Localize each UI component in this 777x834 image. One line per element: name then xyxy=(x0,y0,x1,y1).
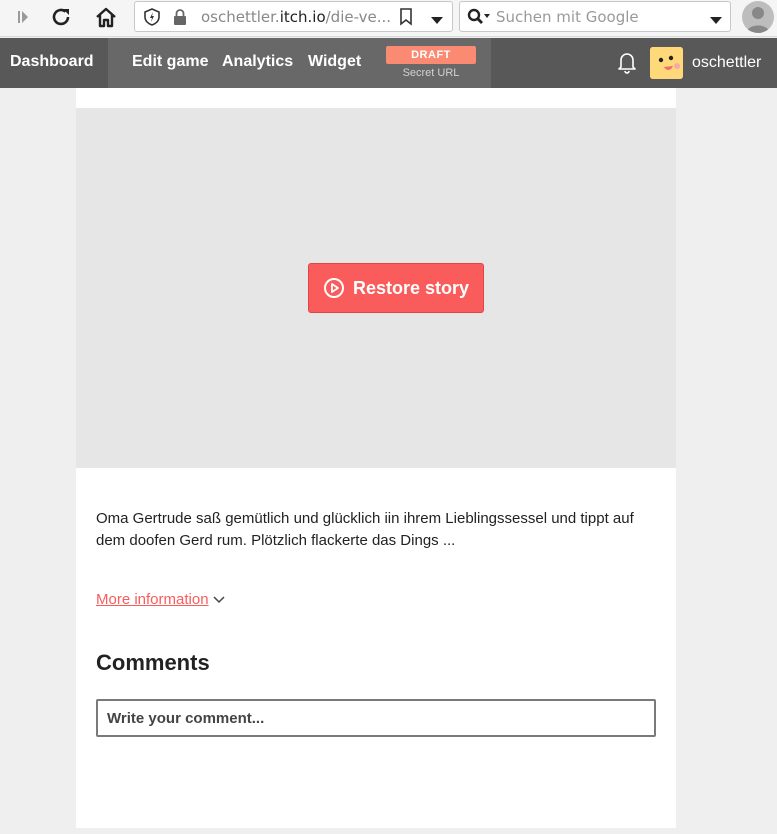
search-bar[interactable]: Suchen mit Google xyxy=(459,1,731,32)
more-information-toggle[interactable]: More information xyxy=(96,591,225,608)
lock-icon[interactable] xyxy=(173,9,187,30)
chevron-down-icon xyxy=(213,595,225,603)
reload-icon[interactable] xyxy=(48,4,74,30)
search-icon[interactable] xyxy=(467,8,491,31)
analytics-link[interactable]: Analytics xyxy=(222,53,293,71)
notification-bell-icon[interactable] xyxy=(616,50,638,74)
play-icon xyxy=(323,278,344,298)
comments-heading: Comments xyxy=(96,650,210,675)
game-embed-frame[interactable]: Restore story xyxy=(76,108,676,468)
widget-link[interactable]: Widget xyxy=(308,53,361,71)
shield-icon[interactable] xyxy=(143,8,161,31)
url-text[interactable]: oschettler.itch.io/die-ve... xyxy=(201,8,391,26)
home-icon[interactable] xyxy=(92,4,120,30)
user-avatar[interactable] xyxy=(650,47,683,79)
more-information-label: More information xyxy=(96,591,209,608)
game-page-card: Restore story Oma Gertrude saß gemütlich… xyxy=(76,88,676,828)
browser-toolbar: oschettler.itch.io/die-ve... Suchen mit … xyxy=(0,0,777,37)
search-placeholder[interactable]: Suchen mit Google xyxy=(496,8,639,26)
comment-input[interactable] xyxy=(96,699,656,737)
browser-profile-icon[interactable] xyxy=(742,1,774,33)
restore-story-button[interactable]: Restore story xyxy=(308,263,484,313)
game-description: Oma Gertrude saß gemütlich und glücklich… xyxy=(96,510,634,549)
restore-story-label: Restore story xyxy=(352,277,470,298)
url-bar[interactable]: oschettler.itch.io/die-ve... xyxy=(134,1,453,32)
itch-header: Dashboard Edit game Analytics Widget DRA… xyxy=(0,38,777,88)
sidebar-toggle-icon[interactable] xyxy=(12,4,34,30)
edit-game-link[interactable]: Edit game xyxy=(132,53,208,71)
search-engine-dropdown-icon[interactable] xyxy=(710,12,722,30)
chevron-down-icon[interactable] xyxy=(431,12,443,30)
username[interactable]: oschettler xyxy=(692,54,761,72)
draft-badge: DRAFT xyxy=(386,46,476,64)
bookmark-icon[interactable] xyxy=(399,8,413,31)
dashboard-link[interactable]: Dashboard xyxy=(10,53,94,71)
secret-url-label: Secret URL xyxy=(402,67,460,79)
draft-status[interactable]: DRAFT Secret URL xyxy=(386,46,476,79)
